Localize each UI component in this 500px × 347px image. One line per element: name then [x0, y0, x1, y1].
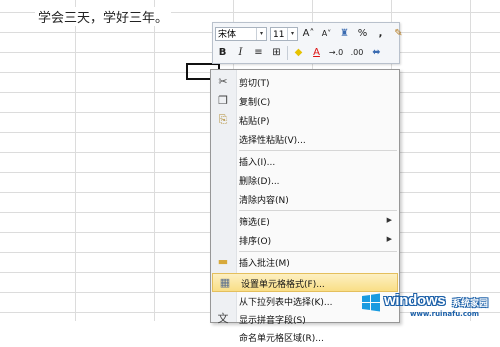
- italic-button[interactable]: I: [233, 45, 248, 60]
- menu-item-copy[interactable]: ❐ 复制(C): [211, 92, 399, 111]
- chevron-down-icon[interactable]: ▾: [256, 27, 266, 40]
- windows-logo-icon: [362, 293, 380, 312]
- watermark-subtext: 系统家园: [452, 299, 489, 309]
- menu-item-label: 删除(D)...: [239, 177, 280, 187]
- menu-item-label: 命名单元格区域(R)...: [239, 334, 324, 344]
- menu-item-label: 复制(C): [239, 98, 271, 108]
- watermark-url: www.ruinafu.com: [410, 310, 480, 318]
- menu-item-sort[interactable]: 排序(O) ▶: [211, 231, 399, 250]
- bold-button[interactable]: B: [215, 45, 230, 60]
- watermark: windows 系统家园 www.ruinafu.com: [360, 290, 500, 321]
- copy-icon: ❐: [218, 94, 228, 107]
- comma-style-icon[interactable]: ,: [373, 26, 388, 41]
- menu-divider: [239, 150, 397, 151]
- mini-toolbar: 宋体 ▾ 11 ▾ A˄ A˅ ♜ % , ✎ B I ≡ ⊞ ◆ A →.0 …: [212, 22, 403, 64]
- border-icon[interactable]: ⊞: [269, 45, 284, 60]
- menu-item-label: 插入(I)...: [239, 158, 276, 168]
- menu-item-paste[interactable]: ⎘ 粘贴(P): [211, 111, 399, 130]
- shrink-font-icon[interactable]: A˅: [319, 26, 334, 41]
- font-size-value: 11: [273, 29, 285, 40]
- menu-item-paste-special[interactable]: 选择性粘贴(V)...: [211, 130, 399, 149]
- menu-item-cut[interactable]: ✂ 剪切(T): [211, 73, 399, 92]
- mini-toolbar-row-1: 宋体 ▾ 11 ▾ A˄ A˅ ♜ % , ✎: [215, 25, 406, 42]
- align-center-icon[interactable]: ≡: [251, 45, 266, 60]
- decrease-decimal-icon[interactable]: .00: [348, 45, 366, 60]
- menu-item-delete[interactable]: 删除(D)...: [211, 171, 399, 190]
- percent-style-icon[interactable]: %: [355, 26, 370, 41]
- menu-divider: [239, 251, 397, 252]
- menu-item-label: 筛选(E): [239, 218, 270, 228]
- menu-item-label: 剪切(T): [239, 79, 270, 89]
- format-painter-icon[interactable]: ✎: [391, 26, 406, 41]
- menu-divider: [239, 210, 397, 211]
- menu-item-define-name[interactable]: 命名单元格区域(R)...: [211, 328, 399, 347]
- increase-decimal-icon[interactable]: →.0: [327, 45, 345, 60]
- accounting-format-icon[interactable]: ♜: [337, 26, 352, 41]
- menu-item-label: 设置单元格格式(F)...: [241, 280, 325, 290]
- separator: [287, 45, 288, 60]
- font-name-value: 宋体: [218, 29, 237, 40]
- menu-item-label: 选择性粘贴(V)...: [239, 136, 306, 146]
- format-cells-icon: ▦: [219, 276, 231, 289]
- menu-item-clear-contents[interactable]: 清除内容(N): [211, 190, 399, 209]
- font-name-combo[interactable]: 宋体 ▾: [215, 26, 267, 41]
- menu-item-insert-comment[interactable]: ▬ 插入批注(M): [211, 253, 399, 272]
- watermark-text: windows: [384, 292, 446, 309]
- menu-item-label: 粘贴(P): [239, 117, 270, 127]
- cell-text: 学会三天，学好三年。: [35, 7, 172, 26]
- phonetic-icon: 文: [217, 312, 229, 325]
- menu-item-label: 清除内容(N): [239, 196, 289, 206]
- menu-item-label: 插入批注(M): [239, 259, 290, 269]
- font-size-combo[interactable]: 11 ▾: [270, 26, 298, 41]
- paste-icon: ⎘: [218, 113, 228, 126]
- merge-center-icon[interactable]: ⬌: [369, 45, 384, 60]
- submenu-arrow-icon: ▶: [386, 216, 392, 224]
- menu-item-filter[interactable]: 筛选(E) ▶: [211, 212, 399, 231]
- context-menu: ✂ 剪切(T) ❐ 复制(C) ⎘ 粘贴(P) 选择性粘贴(V)... 插入(I…: [210, 69, 400, 344]
- grow-font-icon[interactable]: A˄: [301, 26, 316, 41]
- submenu-arrow-icon: ▶: [386, 235, 392, 243]
- menu-item-label: 从下拉列表中选择(K)...: [239, 298, 333, 308]
- menu-item-label: 排序(O): [239, 237, 272, 247]
- font-color-icon[interactable]: A: [309, 45, 324, 60]
- chevron-down-icon[interactable]: ▾: [287, 27, 297, 40]
- scissors-icon: ✂: [218, 75, 228, 88]
- menu-item-insert[interactable]: 插入(I)...: [211, 152, 399, 171]
- menu-item-label: 显示拼音字段(S): [239, 316, 306, 326]
- fill-color-icon[interactable]: ◆: [291, 45, 306, 60]
- mini-toolbar-row-2: B I ≡ ⊞ ◆ A →.0 .00 ⬌: [215, 44, 384, 61]
- comment-icon: ▬: [217, 255, 229, 268]
